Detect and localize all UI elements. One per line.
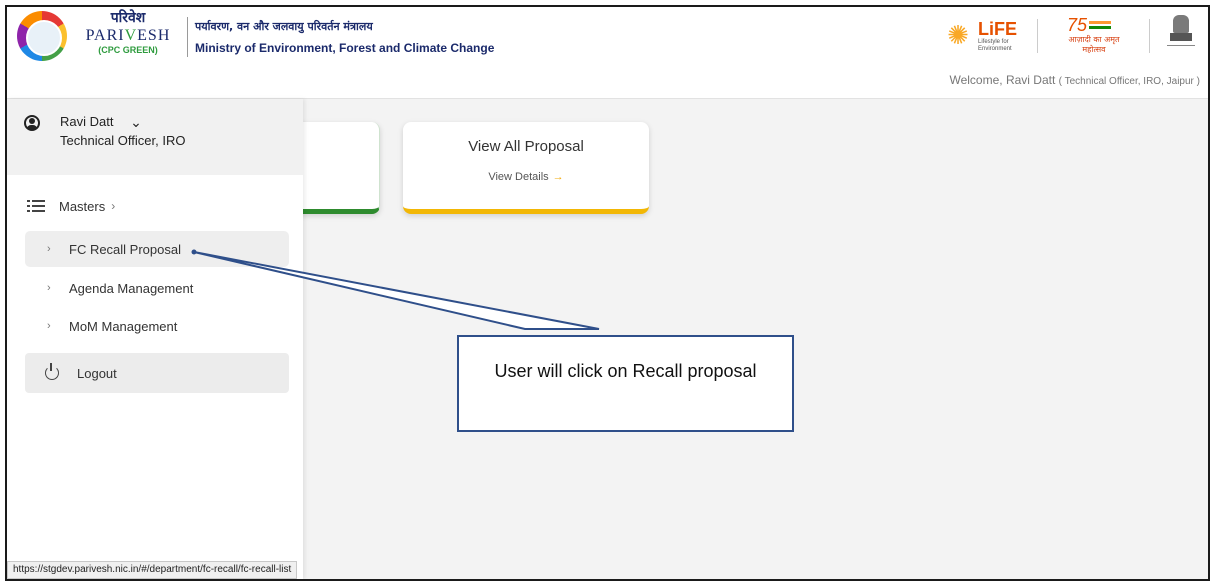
flag-icon bbox=[1089, 21, 1111, 29]
national-emblem-icon bbox=[1167, 15, 1195, 55]
brand-name-post: ESH bbox=[137, 27, 171, 44]
view-all-proposal-card[interactable]: View All Proposal View Details → bbox=[403, 122, 649, 214]
sidebar-item-label: Agenda Management bbox=[69, 280, 194, 296]
life-logo: ✺ LiFE Lifestyle for Environment bbox=[942, 17, 1032, 55]
sidebar-item-mom-management[interactable]: › MoM Management bbox=[25, 308, 289, 344]
welcome-role: ( Technical Officer, IRO, Jaipur ) bbox=[1058, 76, 1200, 87]
view-details-label: View Details bbox=[488, 171, 549, 183]
user-profile[interactable]: Ravi Datt ⌄ Technical Officer, IRO bbox=[7, 99, 303, 175]
user-circle-icon bbox=[24, 115, 40, 131]
sidebar-item-masters[interactable]: Masters › bbox=[27, 191, 115, 221]
user-name: Ravi Datt bbox=[60, 114, 114, 129]
brand-name: PARIVESH bbox=[73, 26, 183, 45]
brand-name-pre: PARI bbox=[85, 27, 125, 44]
brand-block[interactable]: परिवेश PARIVESH (CPC GREEN) bbox=[73, 10, 183, 56]
chevron-right-icon: › bbox=[47, 320, 51, 332]
sidebar-item-label: FC Recall Proposal bbox=[69, 241, 181, 257]
user-role: Technical Officer, IRO bbox=[60, 133, 186, 148]
view-details-link[interactable]: View Details → bbox=[403, 171, 649, 183]
brand-divider bbox=[187, 17, 188, 57]
ministry-hindi: पर्यावरण, वन और जलवायु परिवर्तन मंत्रालय bbox=[195, 20, 373, 33]
life-sun-icon: ✺ bbox=[947, 20, 969, 50]
life-tagline: Lifestyle for Environment bbox=[978, 39, 1012, 52]
sidebar-item-agenda-management[interactable]: › Agenda Management bbox=[25, 270, 289, 306]
masters-label: Masters bbox=[59, 198, 106, 214]
ministry-title: पर्यावरण, वन और जलवायु परिवर्तन मंत्रालय… bbox=[195, 19, 494, 57]
power-icon bbox=[45, 363, 59, 380]
brand-subtitle: (CPC GREEN) bbox=[98, 45, 158, 55]
arrow-right-icon: → bbox=[552, 171, 564, 183]
callout-text: User will click on Recall proposal bbox=[494, 361, 757, 381]
parivesh-logo-icon[interactable] bbox=[17, 11, 67, 61]
brand-hindi: परिवेश bbox=[110, 10, 146, 26]
sidebar: Ravi Datt ⌄ Technical Officer, IRO Maste… bbox=[7, 99, 303, 579]
top-header: परिवेश PARIVESH (CPC GREEN) पर्यावरण, वन… bbox=[7, 7, 1208, 99]
brand-name-v: V bbox=[124, 27, 138, 44]
logout-label: Logout bbox=[77, 365, 117, 381]
amrit-75: 75 bbox=[1067, 15, 1088, 35]
card-title: View All Proposal bbox=[468, 138, 584, 155]
amrit-text: आज़ादी का अमृत महोत्सव bbox=[1068, 35, 1120, 54]
logout-button[interactable]: Logout bbox=[25, 353, 289, 393]
app-window: परिवेश PARIVESH (CPC GREEN) पर्यावरण, वन… bbox=[5, 5, 1210, 581]
life-word: LiFE bbox=[978, 19, 1017, 39]
chevron-right-icon: › bbox=[47, 243, 51, 255]
chevron-right-icon: › bbox=[47, 282, 51, 294]
status-bar-url: https://stgdev.parivesh.nic.in/#/departm… bbox=[7, 561, 298, 579]
logo-divider bbox=[1037, 19, 1038, 53]
welcome-text: Welcome, Ravi Datt ( Technical Officer, … bbox=[949, 73, 1200, 87]
amrit-mahotsav-logo: 75 आज़ादी का अमृत महोत्सव bbox=[1045, 15, 1135, 57]
welcome-user: Welcome, Ravi Datt bbox=[949, 73, 1056, 87]
sidebar-item-label: MoM Management bbox=[69, 318, 178, 334]
sidebar-item-fc-recall-proposal[interactable]: › FC Recall Proposal bbox=[25, 231, 289, 267]
logo-divider bbox=[1149, 19, 1150, 53]
list-icon bbox=[27, 199, 45, 213]
chevron-right-icon: › bbox=[111, 199, 116, 213]
ministry-english: Ministry of Environment, Forest and Clim… bbox=[195, 41, 495, 55]
chevron-down-icon[interactable]: ⌄ bbox=[127, 113, 145, 131]
annotation-callout: User will click on Recall proposal bbox=[457, 335, 794, 432]
